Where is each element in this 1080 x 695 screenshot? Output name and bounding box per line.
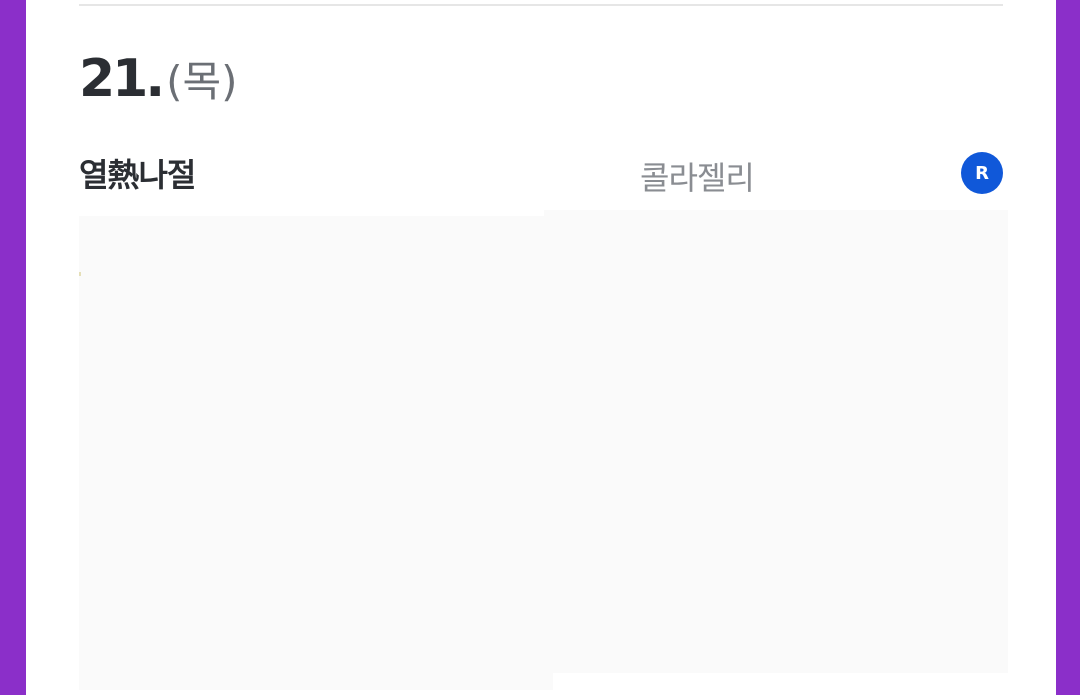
- entry-date: 21. (목): [79, 48, 238, 109]
- diary-card: 21. (목) 열熱나절 콜라젤리 R: [26, 0, 1056, 695]
- left-content-panel: [79, 216, 553, 690]
- panel-marker: [79, 272, 81, 276]
- divider: [79, 4, 1003, 6]
- date-weekday: (목): [166, 57, 238, 106]
- author-name[interactable]: 열熱나절: [79, 150, 196, 196]
- r-badge-icon[interactable]: R: [961, 152, 1003, 194]
- date-day: 21.: [79, 49, 165, 109]
- partner-name[interactable]: 콜라젤리: [640, 153, 755, 199]
- right-content-panel: [544, 210, 1008, 673]
